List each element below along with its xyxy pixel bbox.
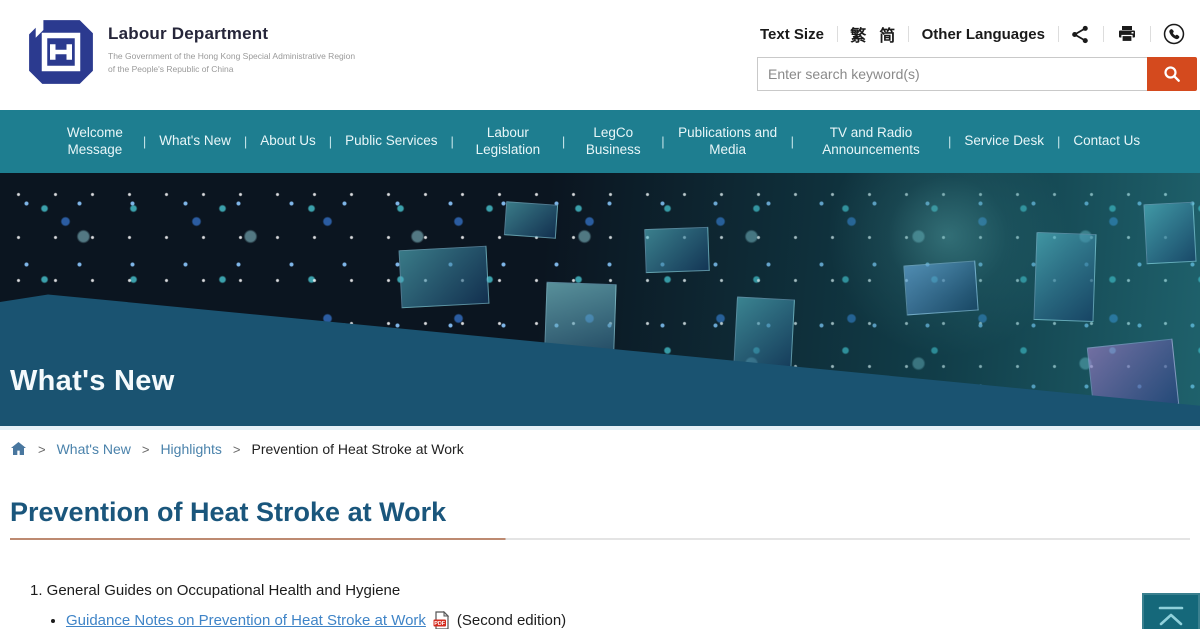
simplified-chinese-button[interactable]: 简 <box>879 22 895 46</box>
utility-bar: Text Size 繁 简 Other Languages <box>760 22 1185 46</box>
brand-subtitle-line1: The Government of the Hong Kong Special … <box>108 50 355 63</box>
text-size-button[interactable]: Text Size <box>760 26 824 43</box>
banner-screen-thumbnail <box>903 261 978 316</box>
chevron-up-icon <box>1154 602 1188 629</box>
breadcrumb-separator: > <box>233 442 241 457</box>
brand-subtitle: The Government of the Hong Kong Special … <box>108 50 355 76</box>
search-bar <box>757 57 1197 91</box>
search-button[interactable] <box>1147 57 1197 91</box>
svg-text:PDF: PDF <box>434 621 445 627</box>
list-item: Guidance Notes on Prevention of Heat Str… <box>66 610 566 629</box>
edition-note: (Second edition) <box>457 610 566 629</box>
breadcrumb-whats-new[interactable]: What's New <box>57 441 131 457</box>
print-icon[interactable] <box>1117 23 1137 45</box>
brand-subtitle-line2: of the People's Republic of China <box>108 63 355 76</box>
search-input[interactable] <box>757 57 1147 91</box>
nav-item-contact-us[interactable]: Contact Us <box>1073 133 1140 150</box>
labour-department-logo-icon[interactable] <box>28 12 94 92</box>
nav-separator: | <box>562 134 565 149</box>
breadcrumb-highlights[interactable]: Highlights <box>160 441 221 457</box>
back-to-top-button[interactable] <box>1142 593 1200 629</box>
banner-screen-thumbnail <box>1033 232 1096 322</box>
banner-screen-thumbnail <box>1143 202 1196 265</box>
breadcrumb: > What's New > Highlights > Prevention o… <box>10 441 464 457</box>
nav-item-legco-business[interactable]: LegCo Business <box>578 125 648 159</box>
nav-item-publications-and-media[interactable]: Publications and Media <box>678 125 778 159</box>
nav-item-whats-new[interactable]: What's New <box>159 133 231 150</box>
nav-separator: | <box>661 134 664 149</box>
nav-separator: | <box>450 134 453 149</box>
breadcrumb-current-page: Prevention of Heat Stroke at Work <box>252 441 464 457</box>
site-header: Labour Department The Government of the … <box>0 0 1200 110</box>
share-icon[interactable] <box>1071 23 1090 45</box>
nav-item-labour-legislation[interactable]: Labour Legislation <box>467 125 549 159</box>
nav-item-about-us[interactable]: About Us <box>260 133 316 150</box>
banner-title: What's New <box>10 365 175 398</box>
other-languages-button[interactable]: Other Languages <box>922 26 1045 43</box>
breadcrumb-separator: > <box>38 442 46 457</box>
nav-separator: | <box>143 134 146 149</box>
banner-screen-thumbnail <box>399 246 490 309</box>
title-underline <box>10 538 1190 540</box>
nav-item-service-desk[interactable]: Service Desk <box>964 133 1044 150</box>
nav-item-tv-and-radio-announcements[interactable]: TV and Radio Announcements <box>807 125 935 159</box>
nav-separator: | <box>1057 134 1060 149</box>
hero-banner: What's New <box>0 173 1200 430</box>
guide-list: Guidance Notes on Prevention of Heat Str… <box>66 610 566 629</box>
page-title: Prevention of Heat Stroke at Work <box>10 497 446 528</box>
brand-title: Labour Department <box>108 24 355 44</box>
nav-separator: | <box>948 134 951 149</box>
brand-block: Labour Department The Government of the … <box>108 24 355 76</box>
traditional-chinese-button[interactable]: 繁 <box>850 22 866 46</box>
guidance-notes-link[interactable]: Guidance Notes on Prevention of Heat Str… <box>66 610 426 629</box>
nav-separator: | <box>791 134 794 149</box>
search-icon <box>1163 65 1181 83</box>
page: Labour Department The Government of the … <box>0 0 1200 629</box>
banner-screen-thumbnail <box>644 227 709 273</box>
pdf-icon: PDF <box>433 611 450 629</box>
nav-separator: | <box>329 134 332 149</box>
breadcrumb-separator: > <box>142 442 150 457</box>
nav-separator: | <box>244 134 247 149</box>
home-icon[interactable] <box>10 441 27 457</box>
section-heading: 1. General Guides on Occupational Health… <box>30 582 400 599</box>
main-nav: Welcome Message | What's New | About Us … <box>0 110 1200 173</box>
phone-icon[interactable] <box>1163 23 1185 45</box>
nav-item-welcome-message[interactable]: Welcome Message <box>60 125 130 159</box>
nav-item-public-services[interactable]: Public Services <box>345 133 437 150</box>
banner-screen-thumbnail <box>504 201 558 239</box>
